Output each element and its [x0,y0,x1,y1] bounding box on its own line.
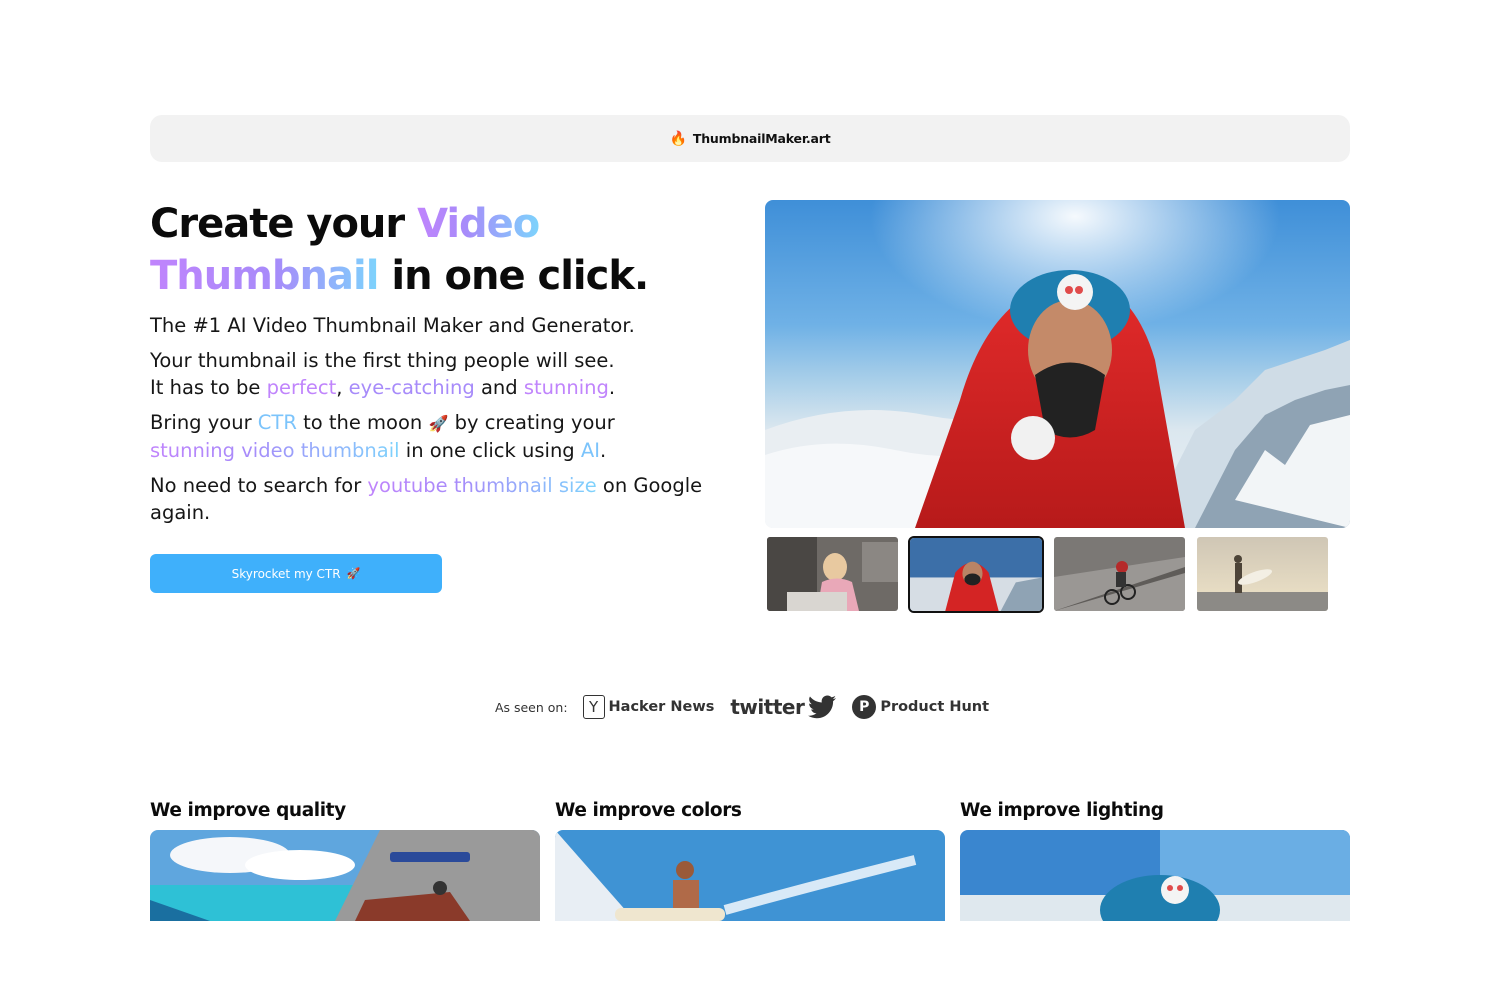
intro-text: It has to be [150,376,267,399]
surfer-comparison-image [555,830,945,921]
headline-highlight-video: Video [417,201,540,247]
mountain-biker-image [1054,537,1185,611]
feature-title: We improve colors [555,800,742,821]
twitter-bird-icon [808,695,837,719]
feature-title: We improve lighting [960,800,1164,821]
headline-text: Create your [150,201,418,247]
intro-text: . [608,376,616,399]
cta-label: Skyrocket my CTR [231,566,341,581]
headline-highlight-thumbnail: Thumbnail [150,253,379,299]
thumbnail-mountain-biker[interactable] [1054,537,1185,611]
rocket-icon: 🚀 [428,414,449,433]
feature-lighting-image [960,830,1350,921]
boat-comparison-image [150,830,540,921]
ctr-text: Bring your [150,411,258,434]
mountaineer-thumb-image [910,538,1042,611]
surfer-image [1197,537,1328,611]
flame-icon: 🔥 [669,130,687,147]
as-seen-on-label: As seen on: [494,699,568,715]
highlight-ai: AI [580,439,600,462]
highlight-eye-catching: eye-catching [348,376,475,399]
hacker-news-logo-icon: Y [582,695,605,719]
twitter-link[interactable]: twitter [730,695,837,719]
mountaineer-selfie-image [765,200,1350,528]
ctr-paragraph: Bring your CTR to the moon 🚀 by creating… [150,409,740,464]
intro-text: , [336,376,349,399]
size-paragraph: No need to search for youtube thumbnail … [150,472,740,526]
product-hunt-label: Product Hunt [880,699,990,715]
intro-text: and [474,376,524,399]
as-seen-on-bar: As seen on: Y Hacker News twitter P Prod… [0,690,1500,724]
feature-quality-image [150,830,540,921]
product-hunt-logo-icon: P [852,695,877,719]
site-brand-bar[interactable]: 🔥 ThumbnailMaker.art [150,115,1350,162]
twitter-wordmark: twitter [730,695,805,719]
ctr-text: by creating your [448,411,615,434]
product-hunt-link[interactable]: P Product Hunt [852,695,989,719]
main-thumbnail-preview [765,200,1350,528]
feature-colors: We improve colors [555,796,945,921]
headline-text-end: in one click. [378,253,649,299]
ctr-text: . [599,439,607,462]
highlight-youtube-thumbnail-size: youtube thumbnail size [367,474,597,497]
ctr-text: in one click using [399,439,581,462]
tagline: The #1 AI Video Thumbnail Maker and Gene… [150,314,635,337]
feature-colors-image [555,830,945,921]
highlight-stunning-video-thumbnail: stunning video thumbnail [150,439,400,462]
feature-quality: We improve quality [150,796,540,921]
rocket-icon: 🚀 [346,567,361,580]
skyrocket-ctr-button[interactable]: Skyrocket my CTR 🚀 [150,554,442,593]
highlight-ctr: CTR [257,411,297,434]
feature-title: We improve quality [150,800,346,821]
thumbnail-gallery [767,536,1337,613]
hero-copy: Create your Video Thumbnail in one click… [150,198,740,526]
hacker-news-link[interactable]: Y Hacker News [582,695,715,719]
thumbnail-surfer[interactable] [1197,537,1328,611]
artist-desk-image [767,537,898,611]
ctr-text: to the moon [296,411,429,434]
thumbnail-artist-desk[interactable] [767,537,898,611]
mountaineer-comparison-image [960,830,1350,921]
hacker-news-label: Hacker News [608,699,715,715]
size-text: No need to search for [150,474,368,497]
feature-lighting: We improve lighting [960,796,1350,921]
highlight-perfect: perfect [266,376,337,399]
highlight-stunning: stunning [523,376,609,399]
page-title: Create your Video Thumbnail in one click… [150,198,740,302]
intro-paragraph: Your thumbnail is the first thing people… [150,347,740,401]
brand-name: ThumbnailMaker.art [692,131,831,146]
thumbnail-mountaineer-selected[interactable] [908,536,1044,613]
intro-line: Your thumbnail is the first thing people… [150,349,615,372]
